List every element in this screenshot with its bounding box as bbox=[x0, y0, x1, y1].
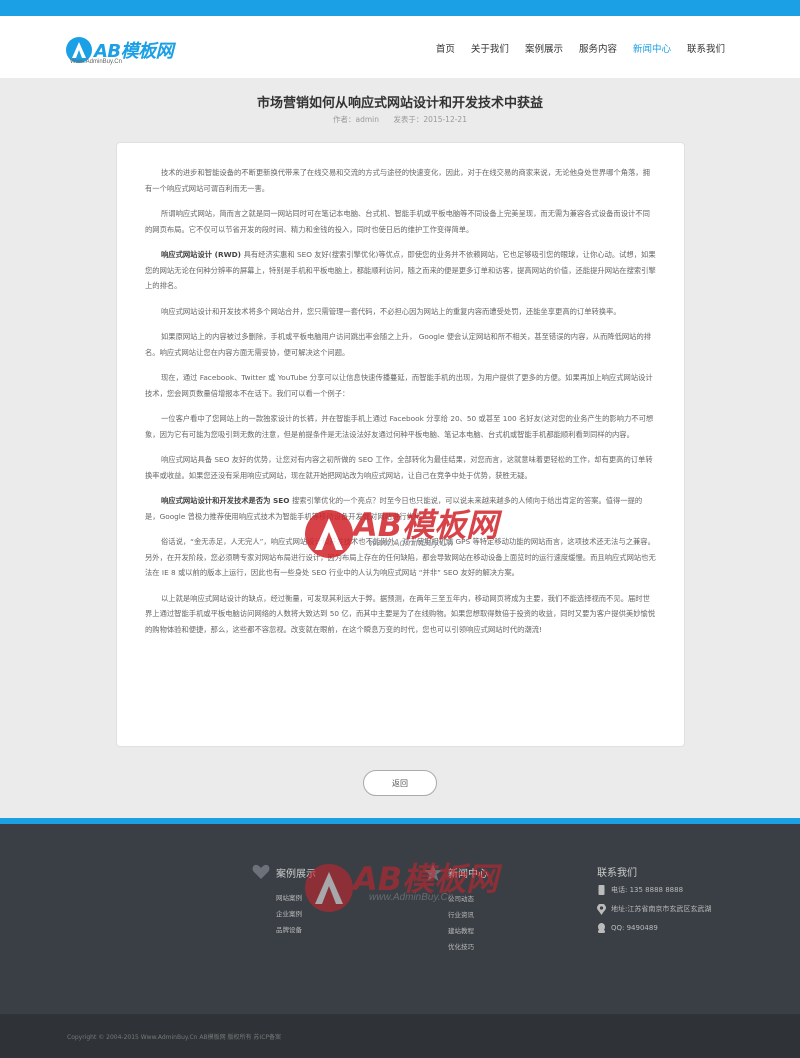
watermark-logo: AB模板网 www.AdminBuy.Cn bbox=[305, 846, 505, 916]
watermark-mark-icon bbox=[305, 510, 353, 558]
qq-icon bbox=[598, 923, 605, 933]
nav-home[interactable]: 首页 bbox=[436, 41, 455, 57]
article-paragraph: 响应式网站具备 SEO 友好的优势，让您对有内容之初所做的 SEO 工作，全部转… bbox=[145, 455, 653, 480]
article-date: 发表于：2015-12-21 bbox=[393, 115, 467, 124]
heart-icon bbox=[252, 864, 270, 879]
article-paragraph: 技术的进步和智能设备的不断更新换代带来了在线交易和交流的方式与途径的快速变化，因… bbox=[145, 168, 650, 193]
article-paragraph: 响应式网站设计和开发技术将多个网站合并，您只需管理一套代码，不必担心因为网站上的… bbox=[161, 306, 621, 316]
top-accent-bar bbox=[0, 0, 800, 16]
nav-about[interactable]: 关于我们 bbox=[471, 41, 509, 57]
footer-link[interactable]: 品牌设备 bbox=[276, 922, 316, 938]
site-header: AB模板网 Www.AdminBuy.Cn 首页 关于我们 案例展示 服务内容 … bbox=[0, 16, 800, 78]
article-author: 作者：admin bbox=[333, 115, 379, 124]
footer-qq: QQ: 9490489 bbox=[611, 924, 658, 932]
nav-services[interactable]: 服务内容 bbox=[579, 41, 617, 57]
article-paragraph: 一位客户看中了您网站上的一款独家设计的长裤，并在智能手机上通过 Facebook… bbox=[145, 414, 654, 439]
watermark-url: www.AdminBuy.Cn bbox=[369, 538, 454, 549]
footer-address: 地址:江苏省南京市玄武区玄武湖 bbox=[611, 905, 712, 913]
watermark-mark-icon bbox=[305, 864, 353, 912]
location-icon bbox=[597, 903, 606, 915]
nav-news[interactable]: 新闻中心 bbox=[633, 41, 671, 57]
back-button[interactable]: 返回 bbox=[363, 770, 437, 796]
copyright-bar: Copyright © 2004-2015 Www.AdminBuy.Cn AB… bbox=[0, 1014, 800, 1058]
nav-cases[interactable]: 案例展示 bbox=[525, 41, 563, 57]
footer-contact-title: 联系我们 bbox=[597, 868, 637, 879]
watermark-logo: AB模板网 www.AdminBuy.Cn bbox=[305, 492, 505, 562]
article-paragraph: 所谓响应式网站，简而言之就是同一网站同时可在笔记本电脑、台式机、智能手机或平板电… bbox=[145, 209, 650, 234]
footer-phone: 电话: 135 8888 8888 bbox=[611, 886, 684, 894]
watermark-url: www.AdminBuy.Cn bbox=[369, 892, 454, 903]
article-body: 技术的进步和智能设备的不断更新换代带来了在线交易和交流的方式与途径的快速变化，因… bbox=[116, 142, 685, 747]
main-nav: 首页 关于我们 案例展示 服务内容 新闻中心 联系我们 bbox=[436, 41, 725, 57]
article-title: 市场营销如何从响应式网站设计和开发技术中获益 bbox=[256, 96, 543, 111]
footer-contact-column: 联系我们 电话: 135 8888 8888 地址:江苏省南京市玄武区玄武湖 Q… bbox=[597, 864, 711, 936]
nav-contact[interactable]: 联系我们 bbox=[687, 41, 725, 57]
footer-link[interactable]: 建站教程 bbox=[448, 923, 488, 939]
footer-link[interactable]: 优化技巧 bbox=[448, 939, 488, 955]
article-paragraph: 如果原网站上的内容被过多删除，手机或平板电脑用户访问跳出率会随之上升， Goog… bbox=[145, 332, 652, 357]
article-paragraph: 以上就是响应式网站设计的缺点，经过衡量，可发现其利远大于弊。据预测，在两年三至五… bbox=[145, 593, 656, 634]
article-paragraph: 响应式网站设计 (RWD) 具有经济实惠和 SEO 友好(搜索引擎优化)等优点，… bbox=[145, 250, 656, 290]
copyright-text: Copyright © 2004-2015 Www.AdminBuy.Cn AB… bbox=[67, 1034, 282, 1041]
article-paragraph: 现在，通过 Facebook、Twitter 或 YouTube 分享可以让信息… bbox=[145, 373, 653, 398]
main-content: 市场营销如何从响应式网站设计和开发技术中获益 作者：admin 发表于：2015… bbox=[0, 78, 800, 818]
article-meta: 作者：admin 发表于：2015-12-21 bbox=[0, 114, 800, 125]
logo-url: Www.AdminBuy.Cn bbox=[70, 59, 122, 65]
phone-icon bbox=[598, 885, 605, 895]
site-logo[interactable]: AB模板网 Www.AdminBuy.Cn bbox=[66, 37, 176, 71]
